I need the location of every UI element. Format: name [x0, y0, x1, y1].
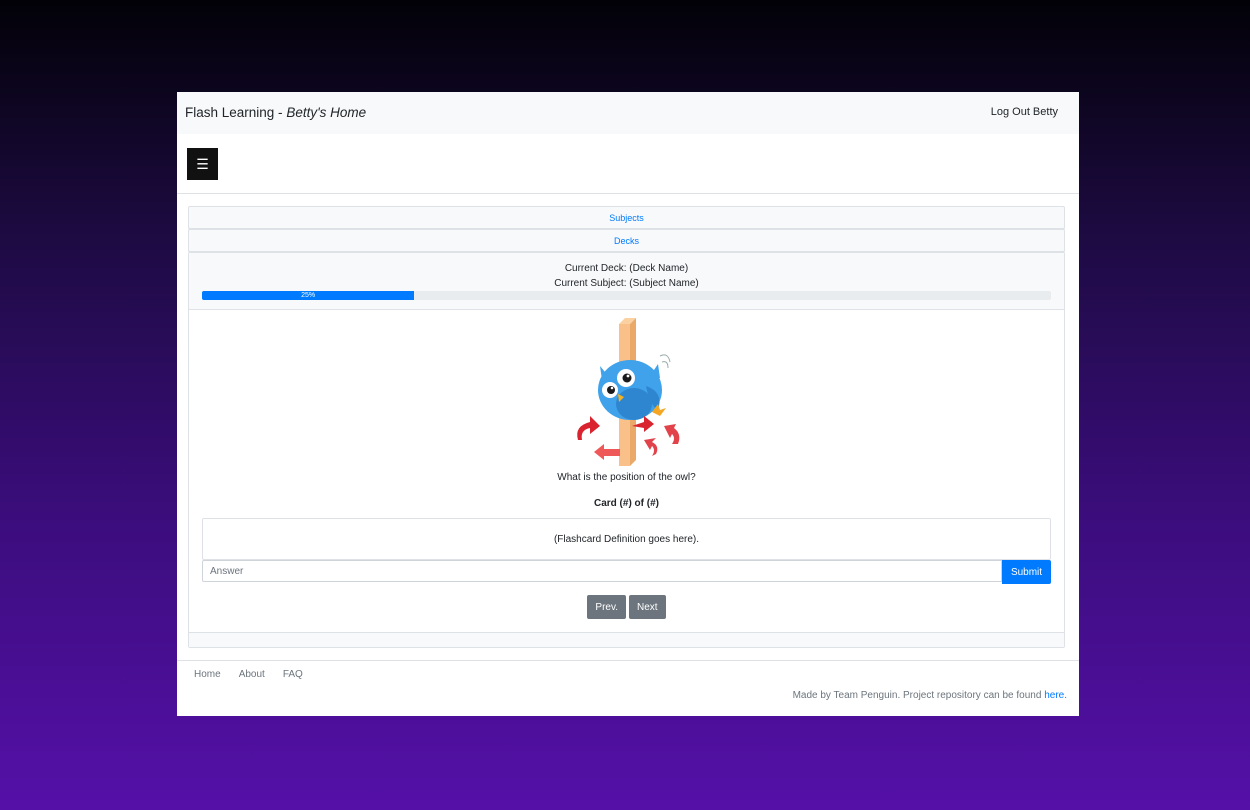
progress-bar: 25%	[202, 291, 1051, 300]
footer-links: Home About FAQ	[194, 669, 303, 680]
brand-name: Flash Learning -	[185, 105, 287, 120]
logout-link[interactable]: Log Out Betty	[991, 106, 1058, 118]
flashcard-body: What is the position of the owl? Card (#…	[189, 310, 1064, 632]
owl-illustration	[577, 318, 680, 466]
page-footer: Home About FAQ Made by Team Penguin. Pro…	[177, 660, 1079, 716]
footer-link-faq[interactable]: FAQ	[283, 669, 303, 680]
hamburger-icon: ☰	[196, 155, 209, 172]
credit-text: Made by Team Penguin. Project repository…	[793, 690, 1067, 701]
toolbar: ☰	[177, 134, 1079, 194]
submit-button[interactable]: Submit	[1002, 560, 1051, 584]
subjects-toggle[interactable]: Subjects	[188, 206, 1065, 229]
app-window: Flash Learning - Betty's Home Log Out Be…	[177, 92, 1079, 716]
hamburger-menu-button[interactable]: ☰	[187, 148, 218, 180]
brand-title[interactable]: Flash Learning - Betty's Home	[185, 105, 366, 120]
prev-button[interactable]: Prev.	[587, 595, 627, 619]
definition-box: (Flashcard Definition goes here).	[202, 518, 1051, 560]
flashcard-footer	[189, 632, 1064, 647]
footer-link-about[interactable]: About	[239, 669, 265, 680]
answer-row: Submit	[202, 560, 1051, 584]
footer-link-home[interactable]: Home	[194, 669, 221, 680]
current-deck: Current Deck: (Deck Name)	[564, 263, 689, 274]
brand-subtitle: Betty's Home	[286, 105, 367, 120]
flashcard-panel: Current Deck: (Deck Name) Current Subjec…	[188, 252, 1065, 648]
progress-fill: 25%	[202, 291, 415, 300]
next-button[interactable]: Next	[629, 595, 666, 619]
decks-toggle[interactable]: Decks	[188, 229, 1065, 252]
repository-link[interactable]: here.	[1044, 690, 1067, 701]
answer-input[interactable]	[202, 560, 1002, 582]
card-counter: Card (#) of (#)	[594, 498, 659, 509]
question-text: What is the position of the owl?	[557, 472, 696, 483]
credit-label: Made by Team Penguin. Project repository…	[792, 690, 1045, 701]
current-subject: Current Subject: (Subject Name)	[554, 278, 699, 289]
card-navigation: Prev. Next	[189, 595, 1064, 619]
flashcard-header: Current Deck: (Deck Name) Current Subjec…	[189, 253, 1064, 310]
main-content: Subjects Decks Current Deck: (Deck Name)…	[188, 206, 1065, 648]
navbar: Flash Learning - Betty's Home Log Out Be…	[177, 92, 1079, 134]
